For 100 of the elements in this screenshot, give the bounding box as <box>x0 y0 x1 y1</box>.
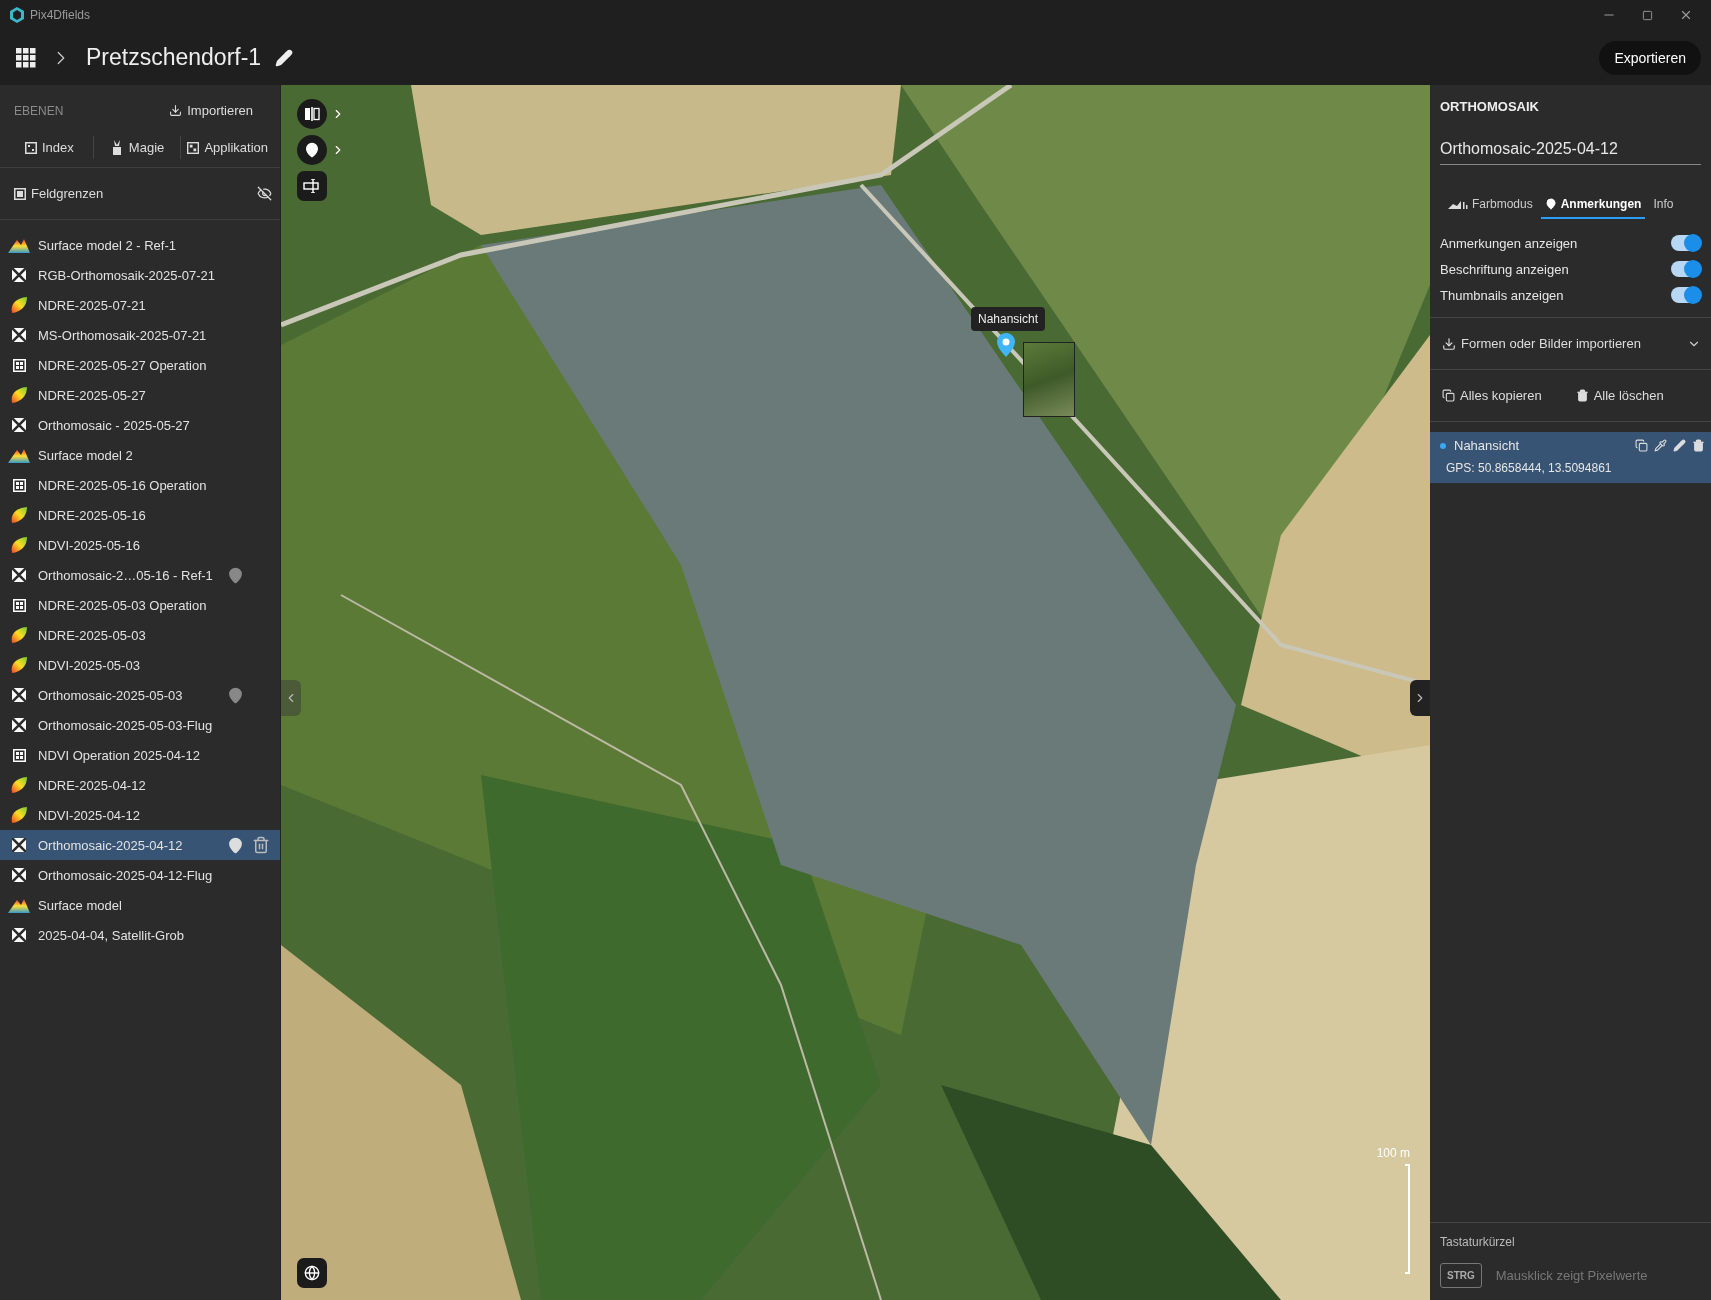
layer-action-button[interactable]: Index <box>6 136 93 159</box>
layer-item[interactable]: NDRE-2025-05-16 <box>0 500 280 530</box>
apps-grid-icon[interactable] <box>16 47 36 68</box>
layer-item[interactable]: Orthomosaic - 2025-05-27 <box>0 410 280 440</box>
annotation-tooltip: Nahansicht <box>971 307 1046 331</box>
layer-item[interactable]: NDRE-2025-07-21 <box>0 290 280 320</box>
split-view-icon <box>304 107 320 121</box>
panel-tab[interactable]: Farbmodus <box>1444 193 1537 219</box>
layer-name-field[interactable]: Orthomosaic-2025-04-12 <box>1440 140 1701 165</box>
close-button[interactable] <box>1679 8 1693 22</box>
collapse-left-handle[interactable] <box>281 680 301 716</box>
gps-coordinates: GPS: 50.8658444, 13.5094861 <box>1445 461 1613 475</box>
import-shapes-button[interactable]: Formen oder Bilder importieren <box>1440 332 1643 355</box>
measure-button[interactable] <box>297 171 327 201</box>
grid-image-icon <box>12 418 26 432</box>
layer-item[interactable]: Orthomosaic-2025-04-12-Flug <box>0 860 280 890</box>
layer-item[interactable]: NDRE-2025-05-16 Operation <box>0 470 280 500</box>
layer-item[interactable]: Orthomosaic-2025-05-03 <box>0 680 280 710</box>
mountain-icon <box>8 897 30 913</box>
panel-tab[interactable]: Anmerkungen <box>1540 193 1646 219</box>
field-boundaries-item[interactable]: Feldgrenzen <box>12 182 106 205</box>
layer-item[interactable]: NDVI-2025-05-16 <box>0 530 280 560</box>
copy-icon[interactable] <box>1635 439 1648 452</box>
layer-item[interactable]: NDVI-2025-04-12 <box>0 800 280 830</box>
export-button[interactable]: Exportieren <box>1599 40 1701 75</box>
mountain-icon <box>8 237 30 253</box>
toggle-label: Beschriftung anzeigen <box>1440 261 1569 277</box>
globe-button[interactable] <box>297 1258 327 1288</box>
layer-item[interactable]: Surface model <box>0 890 280 920</box>
toggle-switch[interactable] <box>1671 235 1701 251</box>
toggle-switch[interactable] <box>1671 287 1701 303</box>
delete-icon[interactable] <box>1692 439 1705 452</box>
grid-image-icon <box>12 268 26 282</box>
layer-action-button[interactable]: Applikation <box>180 136 274 159</box>
window-title: Pix4Dfields <box>30 8 91 22</box>
leaf-icon <box>10 656 28 674</box>
layer-item[interactable]: NDRE-2025-05-03 Operation <box>0 590 280 620</box>
globe-icon <box>304 1265 320 1281</box>
layer-item[interactable]: NDRE-2025-04-12 <box>0 770 280 800</box>
layer-item[interactable]: NDRE-2025-05-27 <box>0 380 280 410</box>
toggle-label: Anmerkungen anzeigen <box>1440 235 1578 251</box>
layer-item[interactable]: MS-Orthomosaik-2025-07-21 <box>0 320 280 350</box>
toggle-switch[interactable] <box>1671 261 1701 277</box>
layer-item[interactable]: Surface model 2 - Ref-1 <box>0 230 280 260</box>
layer-item[interactable]: NDRE-2025-05-27 Operation <box>0 350 280 380</box>
grid-icon <box>187 141 200 154</box>
visibility-toggle[interactable] <box>257 186 272 201</box>
text-cursor-icon <box>303 179 321 193</box>
layer-item[interactable]: NDVI Operation 2025-04-12 <box>0 740 280 770</box>
layer-item[interactable]: Orthomosaic-2025-05-03-Flug <box>0 710 280 740</box>
annotation-thumbnail[interactable] <box>1023 342 1075 417</box>
leaf-icon <box>10 296 28 314</box>
import-icon <box>169 104 183 117</box>
grid-icon <box>12 358 26 372</box>
index-icon <box>24 141 37 154</box>
maximize-button[interactable] <box>1642 9 1653 21</box>
edit-icon[interactable] <box>275 48 294 67</box>
grid-image-icon <box>12 568 26 582</box>
pin-icon[interactable] <box>227 566 244 584</box>
leaf-icon <box>10 626 28 644</box>
annotation-dot <box>1440 442 1446 449</box>
layer-item[interactable]: NDVI-2025-05-03 <box>0 650 280 680</box>
delete-icon[interactable] <box>252 836 270 854</box>
delete-all-button[interactable]: Alle löschen <box>1573 384 1666 407</box>
grid-icon <box>12 478 26 492</box>
grid-image-icon <box>12 928 26 942</box>
histogram-icon <box>1448 199 1468 209</box>
pin-icon[interactable] <box>227 836 244 854</box>
grid-image-icon <box>12 838 26 852</box>
leaf-icon <box>10 806 28 824</box>
map-pin-icon[interactable] <box>997 333 1015 357</box>
grid-image-icon <box>12 868 26 882</box>
shortcut-description: Mausklick zeigt Pixelwerte <box>1495 1268 1648 1283</box>
grid-image-icon <box>12 328 26 342</box>
layer-item[interactable]: Orthomosaic-2…05-16 - Ref-1 <box>0 560 280 590</box>
shortcuts-heading: Tastaturkürzel <box>1440 1235 1516 1249</box>
collapse-right-handle[interactable] <box>1410 680 1430 716</box>
keyboard-key: STRG <box>1440 1263 1482 1288</box>
pin-icon <box>304 142 320 158</box>
pin-icon[interactable] <box>227 686 244 704</box>
pin-icon <box>1544 198 1557 210</box>
toggle-label: Thumbnails anzeigen <box>1440 287 1564 303</box>
layer-action-button[interactable]: Magie <box>92 136 181 159</box>
trash-icon <box>1575 389 1589 402</box>
layer-item[interactable]: 2025-04-04, Satellit-Grob <box>0 920 280 950</box>
layer-item[interactable]: NDRE-2025-05-03 <box>0 620 280 650</box>
panel-heading: ORTHOMOSAIK <box>1439 98 1540 114</box>
layer-item[interactable]: RGB-Orthomosaik-2025-07-21 <box>0 260 280 290</box>
layer-item[interactable]: Surface model 2 <box>0 440 280 470</box>
grid-icon <box>12 748 26 762</box>
import-button[interactable]: Importieren <box>167 99 255 122</box>
panel-tab[interactable]: Info <box>1649 193 1678 219</box>
copy-all-button[interactable]: Alles kopieren <box>1440 384 1544 407</box>
mountain-icon <box>8 447 30 463</box>
annotation-item[interactable]: Nahansicht GPS: 50.8658444, 13.5094861 <box>1430 432 1711 483</box>
copy-icon <box>1442 389 1455 402</box>
leaf-icon <box>10 776 28 794</box>
leaf-icon <box>10 386 28 404</box>
layer-item[interactable]: Orthomosaic-2025-04-12 <box>0 830 280 860</box>
app-logo-icon <box>10 7 24 23</box>
